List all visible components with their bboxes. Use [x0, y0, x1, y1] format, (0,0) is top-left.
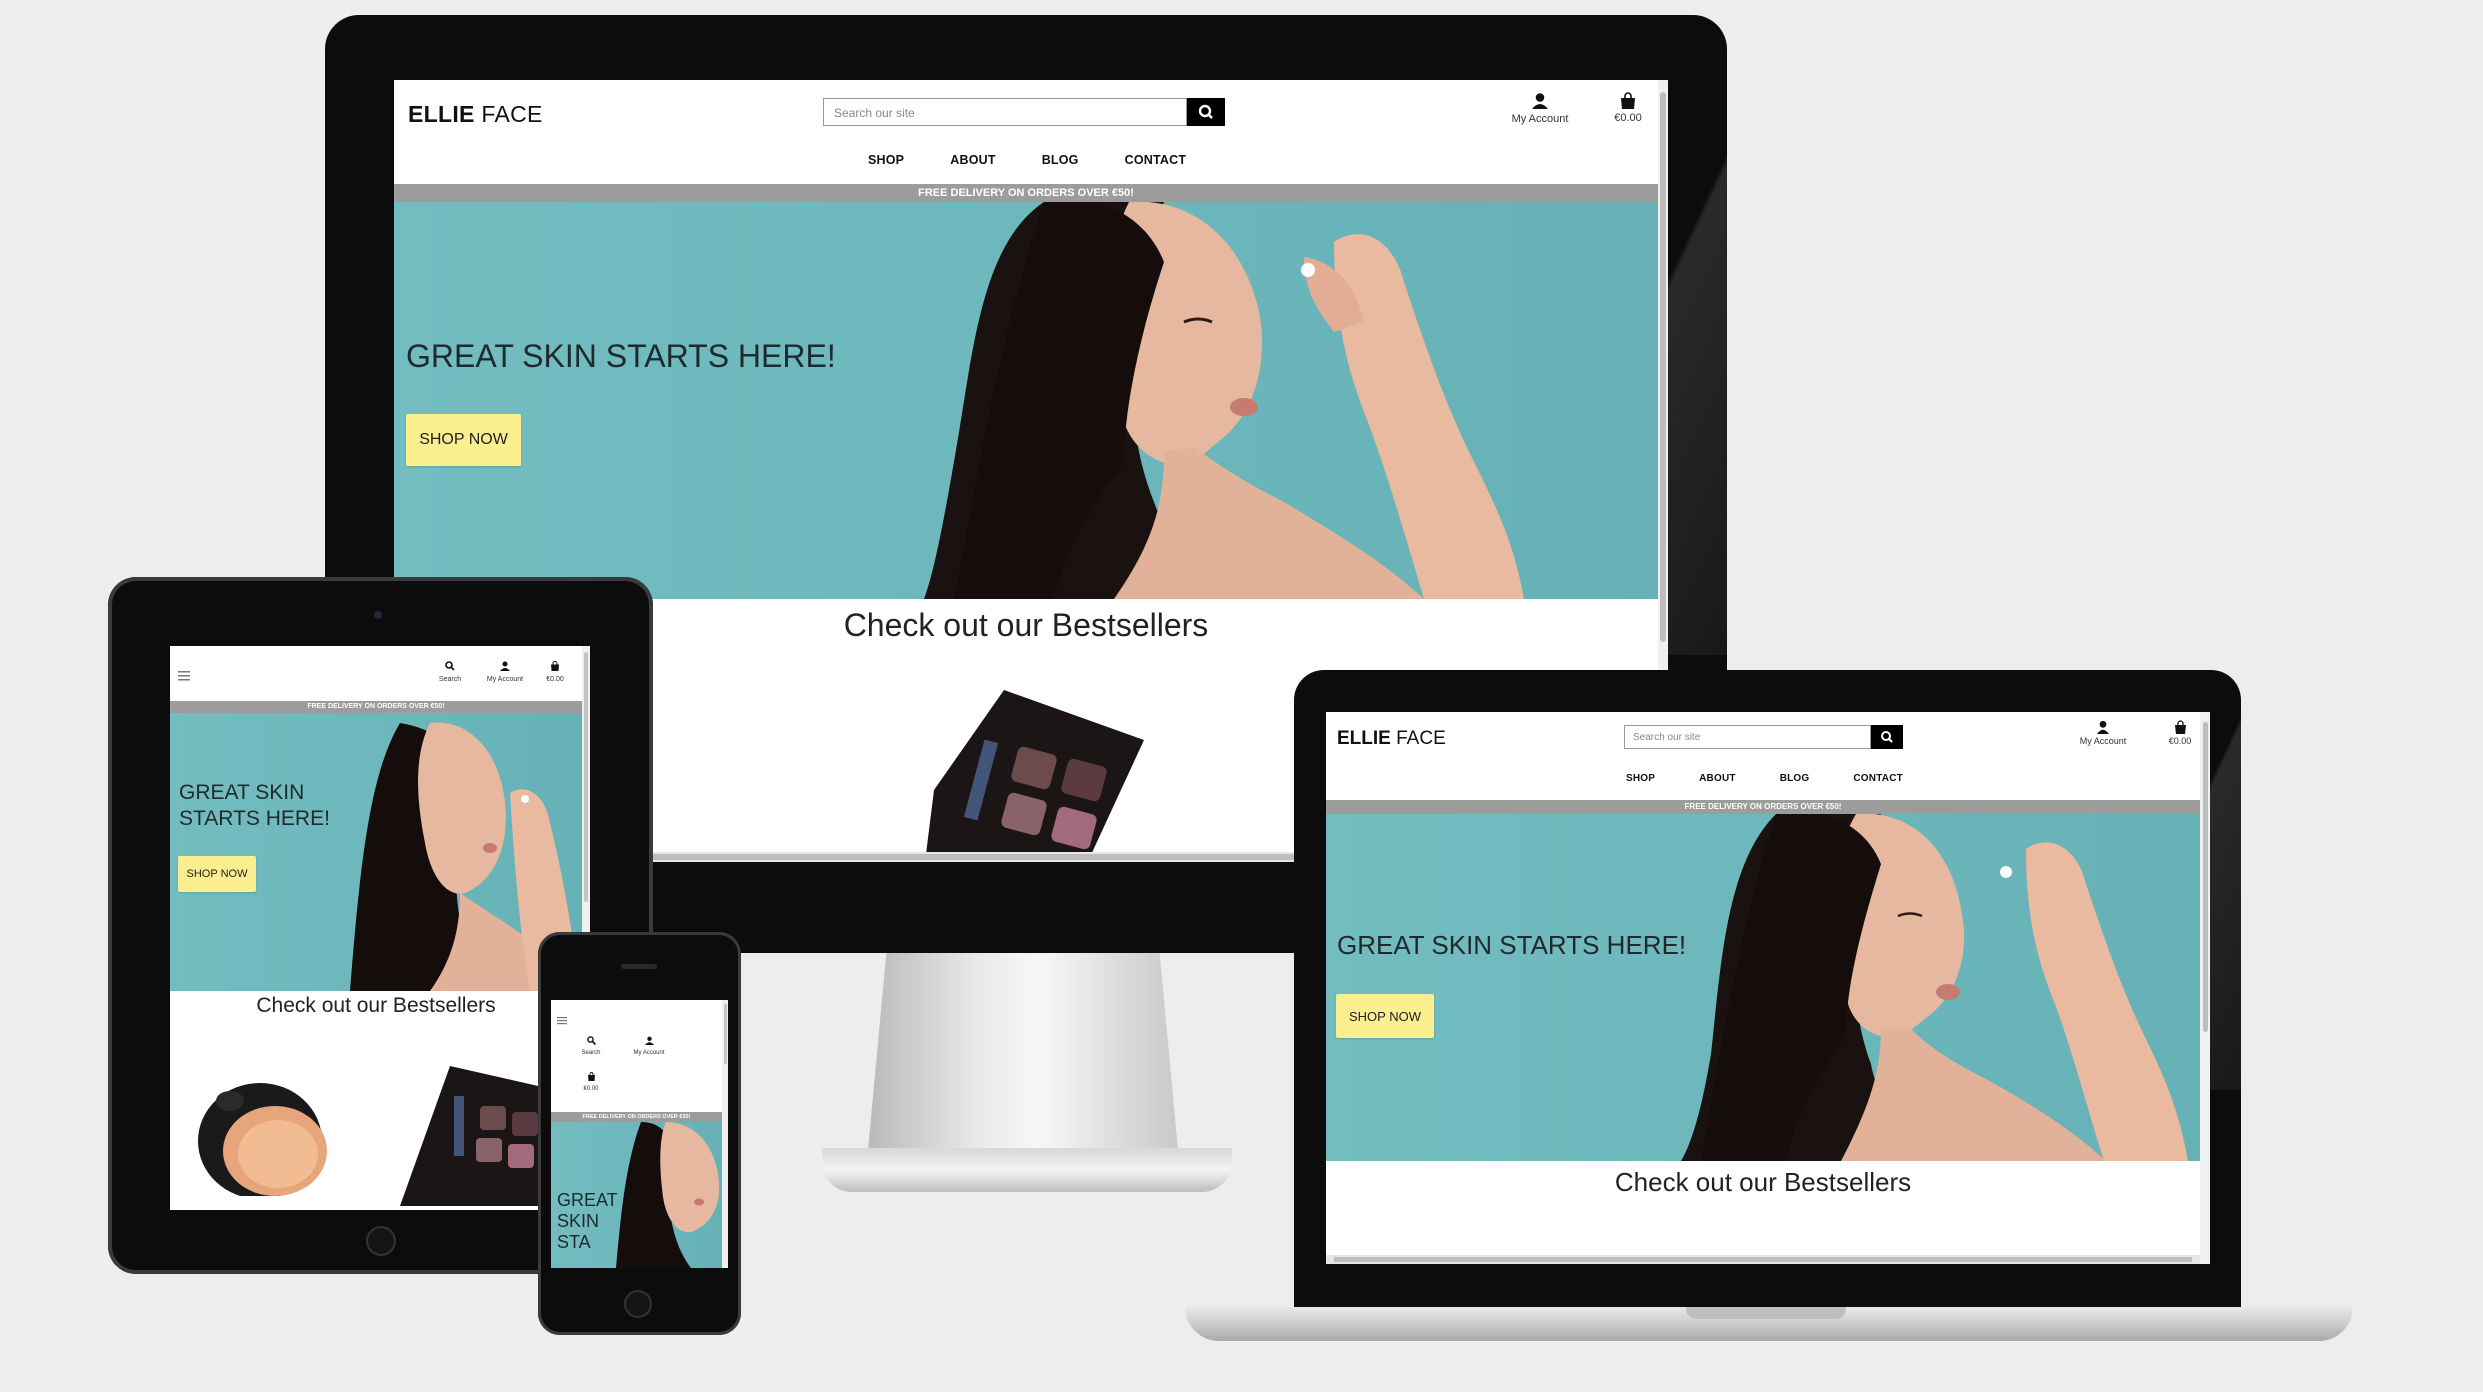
hero-title-line1: GREAT: [557, 1190, 618, 1210]
search-label: Search: [581, 1050, 601, 1056]
search-icon: [1881, 731, 1893, 743]
nav-contact[interactable]: CONTACT: [1125, 153, 1187, 167]
phone-account-link[interactable]: My Account: [625, 1032, 673, 1056]
hero-model-illustration: [1681, 814, 2188, 1161]
shop-now-button[interactable]: SHOP NOW: [178, 856, 256, 892]
cart-link[interactable]: €0.00: [1606, 92, 1650, 124]
cart-link[interactable]: €0.00: [2162, 720, 2198, 746]
account-label: My Account: [1511, 113, 1569, 125]
account-label: My Account: [633, 1050, 665, 1056]
search-button[interactable]: [1187, 98, 1225, 126]
account-label: My Account: [486, 676, 524, 683]
search-label: Search: [438, 676, 462, 683]
delivery-banner: FREE DELIVERY ON ORDERS OVER €50!: [170, 701, 582, 713]
nav-about[interactable]: ABOUT: [1699, 773, 1736, 784]
cart-total: €0.00: [1614, 112, 1642, 124]
hero-image: [170, 713, 582, 991]
tablet-search-link[interactable]: Search: [430, 658, 470, 683]
phone-site: Search My Account €0.00 FREE DELIVERY ON…: [551, 1000, 728, 1268]
nav-shop[interactable]: SHOP: [1626, 773, 1655, 784]
tablet-camera: [374, 611, 382, 619]
laptop-hscrollbar[interactable]: [1326, 1255, 2200, 1264]
account-link[interactable]: My Account: [1502, 92, 1578, 125]
search-button[interactable]: [1871, 725, 1903, 749]
search-icon: [445, 661, 455, 671]
search-placeholder: Search our site: [834, 106, 915, 120]
hero-image: [394, 202, 1658, 599]
cart-total: €0.00: [546, 676, 564, 683]
account-icon: [644, 1036, 654, 1045]
nav-contact[interactable]: CONTACT: [1853, 773, 1903, 784]
phone-home-button[interactable]: [624, 1290, 652, 1318]
account-icon: [2097, 720, 2109, 734]
delivery-banner: FREE DELIVERY ON ORDERS OVER €50!: [551, 1112, 722, 1122]
account-icon: [1532, 93, 1548, 109]
account-label: My Account: [2079, 736, 2127, 746]
monitor-stand-base: [822, 1148, 1232, 1192]
bestsellers-heading: Check out our Bestsellers: [256, 994, 496, 1017]
hero-title-line2: SKIN: [557, 1211, 600, 1231]
shop-now-button[interactable]: SHOP NOW: [406, 414, 521, 466]
phone-scrollbar[interactable]: [722, 1000, 728, 1268]
shopping-bag-icon: [587, 1072, 595, 1081]
hero-title-line2: STARTS HERE!: [179, 807, 330, 830]
tablet-menu-icon[interactable]: [178, 668, 190, 686]
tablet-account-link[interactable]: My Account: [480, 658, 530, 683]
phone-cart-link[interactable]: €0.00: [573, 1068, 609, 1092]
phone-speaker: [621, 964, 657, 969]
search-icon: [1198, 104, 1213, 119]
hero-title-line1: GREAT SKIN: [179, 781, 305, 804]
logo-bold: ELLIE: [1337, 728, 1391, 749]
nav-blog[interactable]: BLOG: [1780, 773, 1810, 784]
hero-title: GREAT SKIN STARTS HERE!: [1337, 930, 1687, 960]
account-icon: [500, 661, 510, 671]
search-icon: [586, 1036, 596, 1046]
hero-title: GREAT SKIN STARTS HERE!: [179, 780, 330, 832]
phone-menu-icon[interactable]: [557, 1012, 567, 1030]
eyeshadow-palette-illustration: [925, 690, 1144, 862]
account-link[interactable]: My Account: [2070, 720, 2136, 746]
tablet-home-button[interactable]: [366, 1226, 396, 1256]
cart-total: €0.00: [2168, 736, 2192, 746]
nav-shop[interactable]: SHOP: [868, 153, 904, 167]
shop-now-button[interactable]: SHOP NOW: [1336, 994, 1434, 1038]
hero-title: GREAT SKIN STA: [557, 1190, 618, 1253]
site-logo[interactable]: ELLIE FACE: [408, 101, 543, 128]
laptop-site: ELLIE FACE Search our site My Account €0…: [1326, 712, 2210, 1264]
hero-title: GREAT SKIN STARTS HERE!: [406, 338, 836, 374]
hero-model-illustration: [924, 202, 1524, 599]
laptop-notch: [1686, 1307, 1846, 1319]
phone-search-link[interactable]: Search: [573, 1032, 609, 1056]
cart-total: €0.00: [583, 1086, 599, 1092]
main-nav: SHOP ABOUT BLOG CONTACT: [868, 153, 1186, 167]
hero-title-line3: STA: [557, 1232, 591, 1252]
shopping-bag-icon: [1621, 92, 1635, 109]
tablet-site: Search My Account €0.00 FREE DELIVERY ON…: [170, 646, 590, 1210]
search-input[interactable]: Search our site: [823, 98, 1187, 126]
shopping-bag-icon: [551, 661, 559, 671]
delivery-banner: FREE DELIVERY ON ORDERS OVER €50!: [394, 184, 1658, 202]
tablet-cart-link[interactable]: €0.00: [540, 658, 570, 683]
hero-image: [1326, 814, 2200, 1161]
search-input[interactable]: Search our site: [1624, 725, 1871, 749]
logo-light: FACE: [474, 101, 543, 127]
logo-bold: ELLIE: [408, 101, 475, 127]
delivery-banner: FREE DELIVERY ON ORDERS OVER €50!: [1326, 800, 2200, 814]
bronzer-compact-illustration: [198, 1083, 327, 1196]
search-placeholder: Search our site: [1633, 732, 1701, 743]
hero-model-illustration: [616, 1122, 720, 1268]
main-nav: SHOP ABOUT BLOG CONTACT: [1626, 773, 1903, 784]
monitor-stand-neck: [868, 950, 1178, 1150]
nav-about[interactable]: ABOUT: [950, 153, 995, 167]
nav-blog[interactable]: BLOG: [1042, 153, 1079, 167]
hamburger-icon: [557, 1017, 567, 1025]
product-thumb-bronzer[interactable]: [180, 1046, 350, 1196]
laptop-scrollbar[interactable]: [2200, 712, 2210, 1264]
shopping-bag-icon: [2174, 720, 2186, 734]
bestsellers-heading: Check out our Bestsellers: [1614, 1167, 1912, 1197]
logo-light: FACE: [1390, 728, 1446, 749]
product-thumb-palette[interactable]: [894, 680, 1184, 862]
hamburger-icon: [178, 671, 190, 681]
site-logo[interactable]: ELLIE FACE: [1337, 728, 1446, 750]
